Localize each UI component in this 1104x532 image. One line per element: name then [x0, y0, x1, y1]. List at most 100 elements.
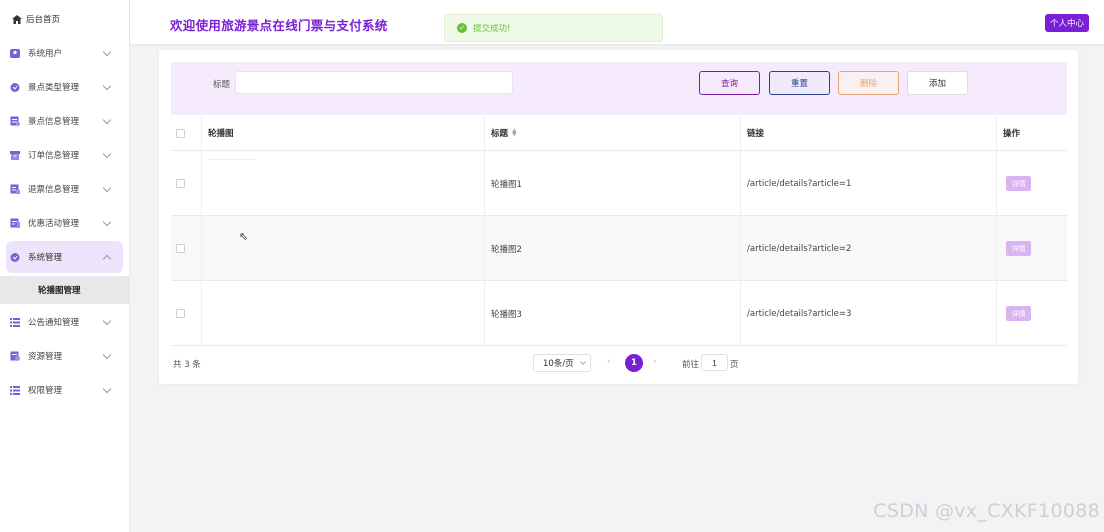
sidebar: 后台首页 系统用户 景点类型管理 景点信息管理 订单信息管理 退票信息管理 优惠… — [0, 0, 130, 532]
resource-icon — [10, 351, 20, 361]
prev-page-icon[interactable]: ‹ — [607, 357, 611, 367]
sidebar-item-label: 系统管理 — [28, 253, 63, 263]
row-checkbox[interactable] — [176, 309, 185, 318]
home-icon — [12, 14, 22, 24]
row-select-cell — [171, 216, 202, 281]
sidebar-item-label: 权限管理 — [28, 386, 63, 396]
success-toast: ✓ 提交成功! — [444, 14, 663, 42]
add-button[interactable]: 添加 — [907, 71, 968, 95]
order-icon — [10, 151, 20, 160]
link-cell: /article/details?article=1 — [741, 151, 997, 216]
chevron-down-icon — [102, 183, 112, 193]
chevron-down-icon — [102, 384, 112, 394]
sidebar-item-resource[interactable]: 资源管理 — [6, 340, 123, 372]
sidebar-item-label: 退票信息管理 — [28, 185, 80, 195]
refund-icon — [10, 184, 20, 194]
sidebar-item-label: 公告通知管理 — [28, 318, 80, 328]
table-header: 轮播图 标题 ▲ ▼ 链接 操作 — [171, 115, 1067, 151]
bullet-icon: ◦ — [30, 287, 35, 295]
header-select-cell — [171, 115, 202, 151]
sort-icon[interactable]: ▲ ▼ — [512, 128, 517, 138]
sidebar-item-announcement[interactable]: 公告通知管理 — [6, 306, 123, 338]
goto-suffix: 页 — [730, 360, 739, 370]
content-card: 标题 查询 重置 删除 添加 轮播图 标题 ▲ ▼ 链接 操作 轮播图1 /arti… — [159, 50, 1078, 384]
image-cell — [202, 151, 485, 216]
link-cell: /article/details?article=2 — [741, 216, 997, 281]
header-actions: 操作 — [1003, 129, 1021, 139]
page-size-select[interactable]: 10条/页 — [533, 354, 591, 372]
row-checkbox[interactable] — [176, 244, 185, 253]
actions-cell: 详情 — [997, 281, 1067, 346]
sidebar-home-link[interactable]: 后台首页 — [12, 13, 60, 25]
sidebar-item-label: 优惠活动管理 — [28, 219, 80, 229]
table-row: ⇖ 轮播图2 /article/details?article=2 详情 — [171, 216, 1067, 281]
sidebar-subitem-carousel[interactable]: ◦ 轮播图管理 — [0, 276, 130, 304]
next-page-icon[interactable]: › — [653, 357, 657, 367]
table-row: 轮播图3 /article/details?article=3 详情 — [171, 281, 1067, 346]
sidebar-item-permission[interactable]: 权限管理 — [6, 374, 123, 406]
sidebar-item-discount[interactable]: 优惠活动管理 — [6, 207, 123, 239]
title-cell: 轮播图1 — [485, 151, 741, 216]
actions-cell: 详情 — [997, 216, 1067, 281]
chevron-up-icon — [102, 254, 112, 264]
chevron-down-icon — [102, 350, 112, 360]
detail-button[interactable]: 详情 — [1006, 306, 1031, 321]
settings-icon — [10, 253, 20, 262]
detail-button[interactable]: 详情 — [1006, 176, 1031, 191]
goto-page-input[interactable] — [701, 354, 728, 371]
sidebar-item-label: 景点信息管理 — [28, 117, 80, 127]
chevron-down-icon — [102, 81, 112, 91]
user-icon — [10, 49, 20, 58]
sidebar-item-label: 系统用户 — [28, 49, 63, 59]
document-icon — [10, 116, 20, 126]
permission-icon — [10, 386, 20, 395]
table-row: 轮播图1 /article/details?article=1 详情 — [171, 151, 1067, 216]
delete-button[interactable]: 删除 — [838, 71, 899, 95]
select-all-checkbox[interactable] — [176, 128, 185, 138]
filter-bar: 标题 查询 重置 删除 添加 — [171, 62, 1067, 115]
total-count: 共 3 条 — [173, 360, 201, 370]
detail-button[interactable]: 详情 — [1006, 241, 1031, 256]
chevron-down-icon — [102, 149, 112, 159]
header-image: 轮播图 — [202, 115, 485, 151]
row-checkbox[interactable] — [176, 179, 185, 188]
sidebar-subitem-label: 轮播图管理 — [38, 286, 81, 296]
list-icon — [10, 318, 20, 327]
chevron-down-icon — [102, 316, 112, 326]
sidebar-item-scenic-info[interactable]: 景点信息管理 — [6, 105, 123, 137]
sidebar-home-label: 后台首页 — [26, 15, 61, 25]
carousel-table: 轮播图 标题 ▲ ▼ 链接 操作 轮播图1 /article/details?art… — [171, 115, 1067, 346]
sidebar-item-system-management[interactable]: 系统管理 — [6, 241, 123, 273]
sidebar-item-label: 资源管理 — [28, 352, 63, 362]
image-placeholder — [208, 159, 256, 160]
sidebar-item-order-info[interactable]: 订单信息管理 — [6, 139, 123, 171]
chevron-down-icon — [102, 115, 112, 125]
sidebar-item-refund-info[interactable]: 退票信息管理 — [6, 173, 123, 205]
query-button[interactable]: 查询 — [699, 71, 760, 95]
tag-icon — [10, 83, 20, 92]
chevron-down-icon — [102, 217, 112, 227]
image-cell — [202, 281, 485, 346]
discount-icon — [10, 218, 20, 228]
page-number-current[interactable]: 1 — [625, 354, 643, 372]
mouse-cursor-icon: ⇖ — [239, 230, 249, 243]
title-filter-label: 标题 — [213, 80, 231, 90]
site-title: 欢迎使用旅游景点在线门票与支付系统 — [170, 18, 388, 33]
goto-label: 前往 — [682, 360, 700, 370]
header-link: 链接 — [741, 115, 997, 151]
title-cell: 轮播图2 — [485, 216, 741, 281]
sidebar-item-scenic-type[interactable]: 景点类型管理 — [6, 71, 123, 103]
sidebar-item-system-users[interactable]: 系统用户 — [6, 37, 123, 69]
title-search-input[interactable] — [235, 71, 513, 94]
row-select-cell — [171, 151, 202, 216]
reset-button[interactable]: 重置 — [769, 71, 830, 95]
pagination: 共 3 条 10条/页 ‹ 1 › 前往 页 — [171, 352, 1067, 376]
actions-cell: 详情 — [997, 151, 1067, 216]
chevron-down-icon — [102, 47, 112, 57]
toast-message: 提交成功! — [473, 24, 511, 34]
sidebar-item-label: 景点类型管理 — [28, 83, 80, 93]
sidebar-item-label: 订单信息管理 — [28, 151, 80, 161]
header-title[interactable]: 标题 ▲ ▼ — [485, 115, 741, 151]
link-cell: /article/details?article=3 — [741, 281, 997, 346]
profile-center-button[interactable]: 个人中心 — [1044, 14, 1089, 32]
